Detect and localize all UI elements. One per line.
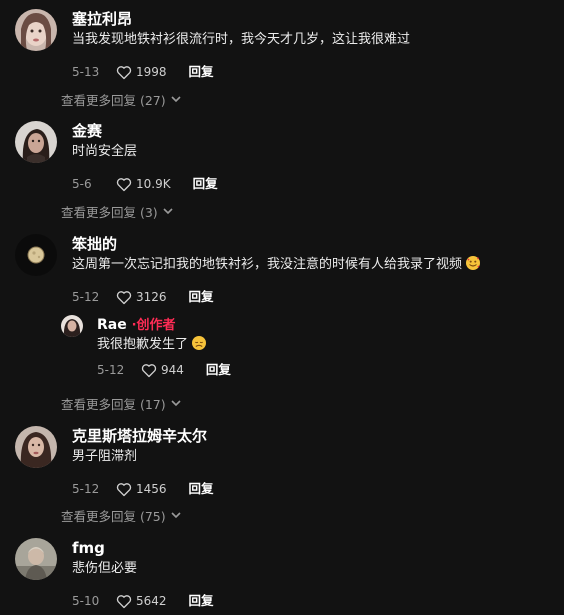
- view-more-replies-label: 查看更多回复 (3): [61, 205, 158, 220]
- comment-meta: 5-10 5642 回复: [72, 593, 214, 609]
- reply-button[interactable]: 回复: [193, 176, 218, 192]
- heart-icon: [116, 177, 132, 191]
- comment-date: 5-12: [72, 482, 100, 496]
- like-count: 1456: [136, 482, 167, 496]
- avatar[interactable]: [15, 121, 57, 163]
- comment-text-body: 这周第一次忘记扣我的地铁衬衫，我没注意的时候有人给我录了视频: [72, 257, 463, 272]
- like-count: 10.9K: [136, 177, 171, 191]
- heart-icon: [116, 65, 132, 79]
- comment-text: 悲伤但必要: [72, 561, 138, 576]
- like-button[interactable]: 944: [141, 362, 184, 378]
- reply-button[interactable]: 回复: [189, 64, 214, 80]
- reply-meta: 5-12 944 回复: [97, 362, 231, 378]
- comment-item: 笨拙的 这周第一次忘记扣我的地铁衬衫，我没注意的时候有人给我录了视频 5-12 …: [0, 234, 564, 414]
- creator-badge: ·创作者: [131, 318, 176, 333]
- comment-text: 这周第一次忘记扣我的地铁衬衫，我没注意的时候有人给我录了视频: [72, 256, 481, 274]
- comment-date: 5-13: [72, 65, 100, 79]
- view-more-replies-label: 查看更多回复 (75): [61, 509, 166, 524]
- reply-date: 5-12: [97, 363, 125, 377]
- comment-meta: 5-12 1456 回复: [72, 481, 214, 497]
- disappointed-face-icon: [192, 336, 207, 350]
- username[interactable]: fmg: [72, 538, 105, 558]
- comment-item: 金赛 时尚安全层 5-6 10.9K 回复 查看更多回复 (3): [0, 121, 564, 221]
- username[interactable]: 克里斯塔拉姆辛太尔: [72, 426, 207, 446]
- like-button[interactable]: 1998: [116, 64, 167, 80]
- reply-button[interactable]: 回复: [189, 289, 214, 305]
- like-count: 5642: [136, 594, 167, 608]
- comment-item: fmg 悲伤但必要 5-10 5642 回复: [0, 538, 564, 615]
- reply-username[interactable]: Rae: [97, 317, 127, 333]
- comment-text: 男子阻滞剂: [72, 449, 138, 464]
- view-more-replies[interactable]: 查看更多回复 (17): [61, 394, 181, 413]
- like-count: 1998: [136, 65, 167, 79]
- avatar[interactable]: [15, 426, 57, 468]
- reply-text-body: 我很抱歉发生了: [97, 337, 189, 352]
- comment-meta: 5-12 3126 回复: [72, 289, 214, 305]
- username[interactable]: 笨拙的: [72, 234, 117, 254]
- heart-icon: [116, 290, 132, 304]
- chevron-down-icon: [163, 208, 173, 215]
- username[interactable]: 塞拉利昂: [72, 9, 132, 29]
- avatar[interactable]: [15, 234, 57, 276]
- chevron-down-icon: [171, 512, 181, 519]
- comment-meta: 5-13 1998 回复: [72, 64, 214, 80]
- reply-button[interactable]: 回复: [189, 481, 214, 497]
- heart-icon: [116, 482, 132, 496]
- view-more-replies-label: 查看更多回复 (27): [61, 93, 166, 108]
- heart-icon: [116, 594, 132, 608]
- like-count: 3126: [136, 290, 167, 304]
- avatar[interactable]: [15, 9, 57, 51]
- reply-button[interactable]: 回复: [206, 362, 231, 378]
- comment-text: 当我发现地铁衬衫很流行时，我今天才几岁，这让我很难过: [72, 32, 411, 47]
- reply-text: 我很抱歉发生了: [97, 336, 207, 354]
- smiling-face-with-hearts-icon: [466, 256, 481, 270]
- reply-button[interactable]: 回复: [189, 593, 214, 609]
- comment-text: 时尚安全层: [72, 144, 138, 159]
- avatar[interactable]: [15, 538, 57, 580]
- reply-item: Rae ·创作者 我很抱歉发生了 5-12 944 回复: [0, 314, 564, 384]
- comment-date: 5-12: [72, 290, 100, 304]
- view-more-replies[interactable]: 查看更多回复 (3): [61, 202, 173, 221]
- view-more-replies[interactable]: 查看更多回复 (27): [61, 90, 181, 109]
- username[interactable]: 金赛: [72, 121, 102, 141]
- comment-date: 5-10: [72, 594, 100, 608]
- like-button[interactable]: 10.9K: [116, 176, 171, 192]
- chevron-down-icon: [171, 96, 181, 103]
- like-button[interactable]: 3126: [116, 289, 167, 305]
- chevron-down-icon: [171, 400, 181, 407]
- comment-meta: 5-6 10.9K 回复: [72, 176, 218, 192]
- view-more-replies[interactable]: 查看更多回复 (75): [61, 506, 181, 525]
- like-button[interactable]: 5642: [116, 593, 167, 609]
- reply-username-row: Rae ·创作者: [97, 315, 176, 336]
- comment-item: 克里斯塔拉姆辛太尔 男子阻滞剂 5-12 1456 回复 查看更多回复 (75): [0, 426, 564, 526]
- creator-avatar[interactable]: [61, 315, 83, 337]
- like-button[interactable]: 1456: [116, 481, 167, 497]
- like-count: 944: [161, 363, 184, 377]
- view-more-replies-label: 查看更多回复 (17): [61, 397, 166, 412]
- comment-item: 塞拉利昂 当我发现地铁衬衫很流行时，我今天才几岁，这让我很难过 5-13 199…: [0, 9, 564, 109]
- heart-icon: [141, 363, 157, 377]
- comment-date: 5-6: [72, 177, 92, 191]
